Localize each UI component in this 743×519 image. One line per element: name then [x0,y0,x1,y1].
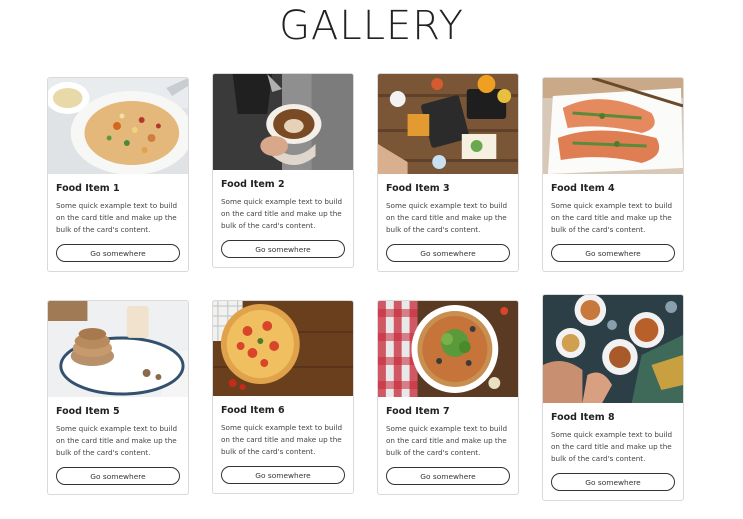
page-title: GALLERY [279,3,464,49]
card-text: Some quick example text to build on the … [221,197,343,231]
go-somewhere-button[interactable]: Go somewhere [56,466,180,485]
food-card-2: Food Item 2 Some quick example text to b… [212,73,354,268]
go-somewhere-button[interactable]: Go somewhere [386,243,510,262]
card-text: Some quick example text to build on the … [551,201,673,235]
go-somewhere-button[interactable]: Go somewhere [551,243,675,262]
food-card-5: Food Item 5 Some quick example text to b… [47,300,189,495]
card-title: Food Item 2 [221,179,285,190]
card-text: Some quick example text to build on the … [551,430,673,464]
pizza-wood-image [213,301,353,396]
card-text: Some quick example text to build on the … [56,424,178,458]
food-card-3: Food Item 3 Some quick example text to b… [377,73,519,272]
card-title: Food Item 3 [386,183,450,194]
pancakes-image [48,301,188,397]
card-text: Some quick example text to build on the … [56,201,178,235]
card-title: Food Item 8 [551,412,615,423]
food-card-4: Food Item 4 Some quick example text to b… [542,77,684,272]
card-text: Some quick example text to build on the … [221,423,343,457]
food-card-6: Food Item 6 Some quick example text to b… [212,300,354,494]
go-somewhere-button[interactable]: Go somewhere [221,239,345,258]
card-title: Food Item 6 [221,405,285,416]
grilled-salmon-image [543,78,683,174]
card-title: Food Item 1 [56,183,120,194]
food-card-8: Food Item 8 Some quick example text to b… [542,294,684,501]
card-text: Some quick example text to build on the … [386,424,508,458]
shared-meal-image [543,295,683,403]
latte-art-image [213,74,353,170]
go-somewhere-button[interactable]: Go somewhere [221,465,345,484]
go-somewhere-button[interactable]: Go somewhere [56,243,180,262]
card-title: Food Item 4 [551,183,615,194]
card-title: Food Item 5 [56,406,120,417]
food-card-1: Food Item 1 Some quick example text to b… [47,77,189,272]
go-somewhere-button[interactable]: Go somewhere [551,472,675,491]
go-somewhere-button[interactable]: Go somewhere [386,466,510,485]
fried-rice-image [48,78,188,174]
card-text: Some quick example text to build on the … [386,201,508,235]
card-title: Food Item 7 [386,406,450,417]
food-card-7: Food Item 7 Some quick example text to b… [377,300,519,495]
pizza-checkered-image [378,301,518,397]
table-spread-image [378,74,518,174]
